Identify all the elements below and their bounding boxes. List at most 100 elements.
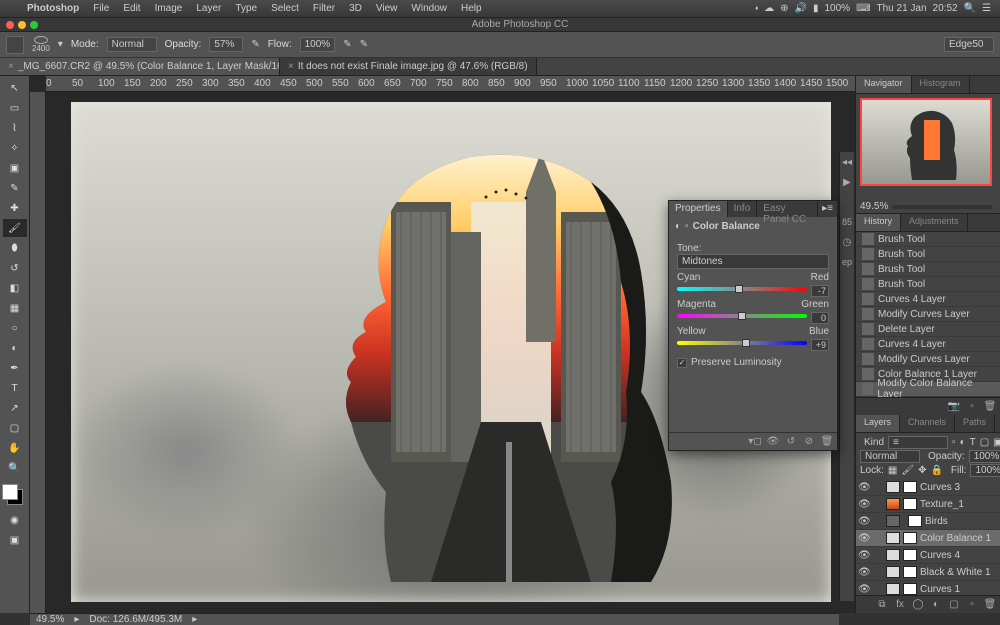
paths-tab[interactable]: Paths bbox=[955, 415, 995, 432]
wand-tool-icon[interactable]: ✧ bbox=[3, 139, 27, 157]
shape-tool-icon[interactable]: ▢ bbox=[3, 419, 27, 437]
trash-icon[interactable]: 🗑 bbox=[984, 599, 996, 611]
layer-item[interactable]: 👁Curves 4 bbox=[856, 547, 1000, 564]
menu-type[interactable]: Type bbox=[228, 3, 264, 14]
panel-icon[interactable]: ep bbox=[841, 256, 853, 268]
history-item[interactable]: Modify Color Balance Layer bbox=[856, 382, 1000, 397]
color-swatch-icon[interactable] bbox=[3, 485, 27, 509]
pressure-opacity-icon[interactable]: ✎ bbox=[251, 39, 259, 50]
menu-view[interactable]: View bbox=[369, 3, 405, 14]
layer-thumbnail[interactable] bbox=[886, 532, 900, 544]
current-tool-icon[interactable] bbox=[6, 36, 24, 54]
visibility-toggle-icon[interactable]: 👁 bbox=[858, 533, 870, 544]
layer-thumbnail[interactable] bbox=[886, 583, 900, 595]
menu-window[interactable]: Window bbox=[404, 3, 454, 14]
menu-3d[interactable]: 3D bbox=[342, 3, 369, 14]
layer-name[interactable]: Texture_1 bbox=[920, 499, 998, 510]
menu-select[interactable]: Select bbox=[264, 3, 306, 14]
chevron-right-icon[interactable]: ▸ bbox=[74, 614, 79, 625]
visibility-toggle-icon[interactable]: 👁 bbox=[858, 516, 870, 527]
view-previous-icon[interactable]: 👁 bbox=[767, 436, 779, 448]
new-layer-icon[interactable]: ▫ bbox=[966, 599, 978, 611]
document-tab[interactable]: × It does not exist Finale image.jpg @ 4… bbox=[280, 58, 537, 75]
menu-edit[interactable]: Edit bbox=[116, 3, 147, 14]
fill-input[interactable]: 100% bbox=[970, 464, 1000, 477]
lasso-tool-icon[interactable]: ⌇ bbox=[3, 119, 27, 137]
clock-icon[interactable]: ◷ bbox=[841, 236, 853, 248]
type-tool-icon[interactable]: T bbox=[3, 379, 27, 397]
trash-icon[interactable]: 🗑 bbox=[984, 401, 996, 413]
reset-icon[interactable]: ↺ bbox=[785, 436, 797, 448]
color-balance-slider[interactable] bbox=[677, 287, 807, 295]
layer-thumbnail[interactable] bbox=[886, 481, 900, 493]
pressure-size-icon[interactable]: ✎ bbox=[360, 39, 368, 50]
ruler-vertical[interactable] bbox=[30, 92, 46, 613]
histogram-tab[interactable]: Histogram bbox=[912, 76, 970, 93]
adjustments-tab[interactable]: Adjustments bbox=[901, 214, 968, 231]
menu-file[interactable]: File bbox=[86, 3, 116, 14]
ruler-horizontal[interactable]: 0501001502002503003504004505005506006507… bbox=[46, 76, 855, 92]
window-zoom-button[interactable] bbox=[30, 21, 38, 29]
history-item[interactable]: Brush Tool bbox=[856, 232, 1000, 247]
easypanel-tab[interactable]: Easy Panel CC bbox=[757, 201, 818, 217]
link-icon[interactable]: ⧉ bbox=[876, 599, 888, 611]
group-icon[interactable]: ▢ bbox=[948, 599, 960, 611]
menu-filter[interactable]: Filter bbox=[306, 3, 342, 14]
chevron-right-icon[interactable]: ▸ bbox=[192, 614, 197, 625]
status-zoom[interactable]: 49.5% bbox=[36, 614, 64, 625]
brush-preview-icon[interactable] bbox=[34, 36, 48, 44]
trash-icon[interactable]: 🗑 bbox=[821, 436, 833, 448]
lock-pixel-icon[interactable]: 🖌 bbox=[901, 465, 914, 476]
filter-type-icon[interactable]: T bbox=[970, 437, 976, 448]
layer-item[interactable]: 👁Curves 1 bbox=[856, 581, 1000, 595]
zoom-tool-icon[interactable]: 🔍 bbox=[3, 459, 27, 477]
brush-tool-icon[interactable]: 🖌 bbox=[3, 219, 27, 237]
tab-close-icon[interactable]: × bbox=[8, 61, 14, 72]
status-doc-size[interactable]: Doc: 126.6M/495.3M bbox=[89, 614, 182, 625]
heal-tool-icon[interactable]: ✚ bbox=[3, 199, 27, 217]
volume-icon[interactable]: 🔊 bbox=[792, 3, 810, 14]
navigator-thumbnail[interactable] bbox=[860, 98, 992, 186]
dropbox-icon[interactable]: ⬪ bbox=[752, 3, 761, 14]
layer-mask-thumbnail[interactable] bbox=[908, 515, 922, 527]
lock-trans-icon[interactable]: ▦ bbox=[888, 465, 897, 476]
new-doc-icon[interactable]: ▫ bbox=[966, 401, 978, 413]
layer-name[interactable]: Black & White 1 bbox=[920, 567, 998, 578]
menubar-date[interactable]: Thu 21 Jan bbox=[874, 3, 930, 14]
filter-smart-icon[interactable]: ▣ bbox=[993, 437, 1000, 448]
info-tab[interactable]: Info bbox=[728, 201, 758, 217]
slider-value-input[interactable]: -7 bbox=[811, 285, 829, 297]
eyedropper-tool-icon[interactable]: ✎ bbox=[3, 179, 27, 197]
menubar-time[interactable]: 20:52 bbox=[930, 3, 961, 14]
layer-thumbnail[interactable] bbox=[886, 498, 900, 510]
gradient-tool-icon[interactable]: ▦ bbox=[3, 299, 27, 317]
slider-value-input[interactable]: 0 bbox=[811, 312, 829, 324]
history-item[interactable]: Brush Tool bbox=[856, 262, 1000, 277]
filter-pixel-icon[interactable]: ▫ bbox=[952, 437, 956, 448]
marquee-tool-icon[interactable]: ▭ bbox=[3, 99, 27, 117]
navigator-zoom-value[interactable]: 49.5% bbox=[860, 201, 888, 212]
layer-name[interactable]: Color Balance 1 bbox=[920, 533, 998, 544]
lock-all-icon[interactable]: 🔒 bbox=[930, 465, 942, 476]
lock-pos-icon[interactable]: ✥ bbox=[918, 465, 926, 476]
layer-mask-thumbnail[interactable] bbox=[903, 549, 917, 561]
layer-item[interactable]: 👁 Texture_1 bbox=[856, 496, 1000, 513]
layer-blend-select[interactable]: Normal bbox=[860, 450, 920, 463]
flow-input[interactable]: 100% bbox=[300, 37, 336, 52]
history-item[interactable]: Modify Curves Layer bbox=[856, 307, 1000, 322]
history-item[interactable]: Modify Curves Layer bbox=[856, 352, 1000, 367]
spotlight-icon[interactable]: 🔍 bbox=[961, 3, 979, 14]
preserve-luminosity-checkbox[interactable]: ✓ bbox=[677, 358, 687, 368]
layer-mask-thumbnail[interactable] bbox=[903, 481, 917, 493]
color-balance-slider[interactable] bbox=[677, 314, 807, 322]
visibility-toggle-icon[interactable]: 👁 bbox=[858, 567, 870, 578]
filter-adj-icon[interactable]: ◐ bbox=[960, 437, 966, 448]
visibility-toggle-icon[interactable]: 👁 bbox=[858, 499, 870, 510]
play-icon[interactable]: ▶ bbox=[841, 176, 853, 188]
slider-value-input[interactable]: +9 bbox=[811, 339, 829, 351]
layer-name[interactable]: Curves 1 bbox=[920, 584, 998, 595]
crop-tool-icon[interactable]: ▣ bbox=[3, 159, 27, 177]
layer-mask-thumbnail[interactable] bbox=[903, 566, 917, 578]
navigator-tab[interactable]: Navigator bbox=[856, 76, 912, 93]
stamp-tool-icon[interactable]: ⬮ bbox=[3, 239, 27, 257]
